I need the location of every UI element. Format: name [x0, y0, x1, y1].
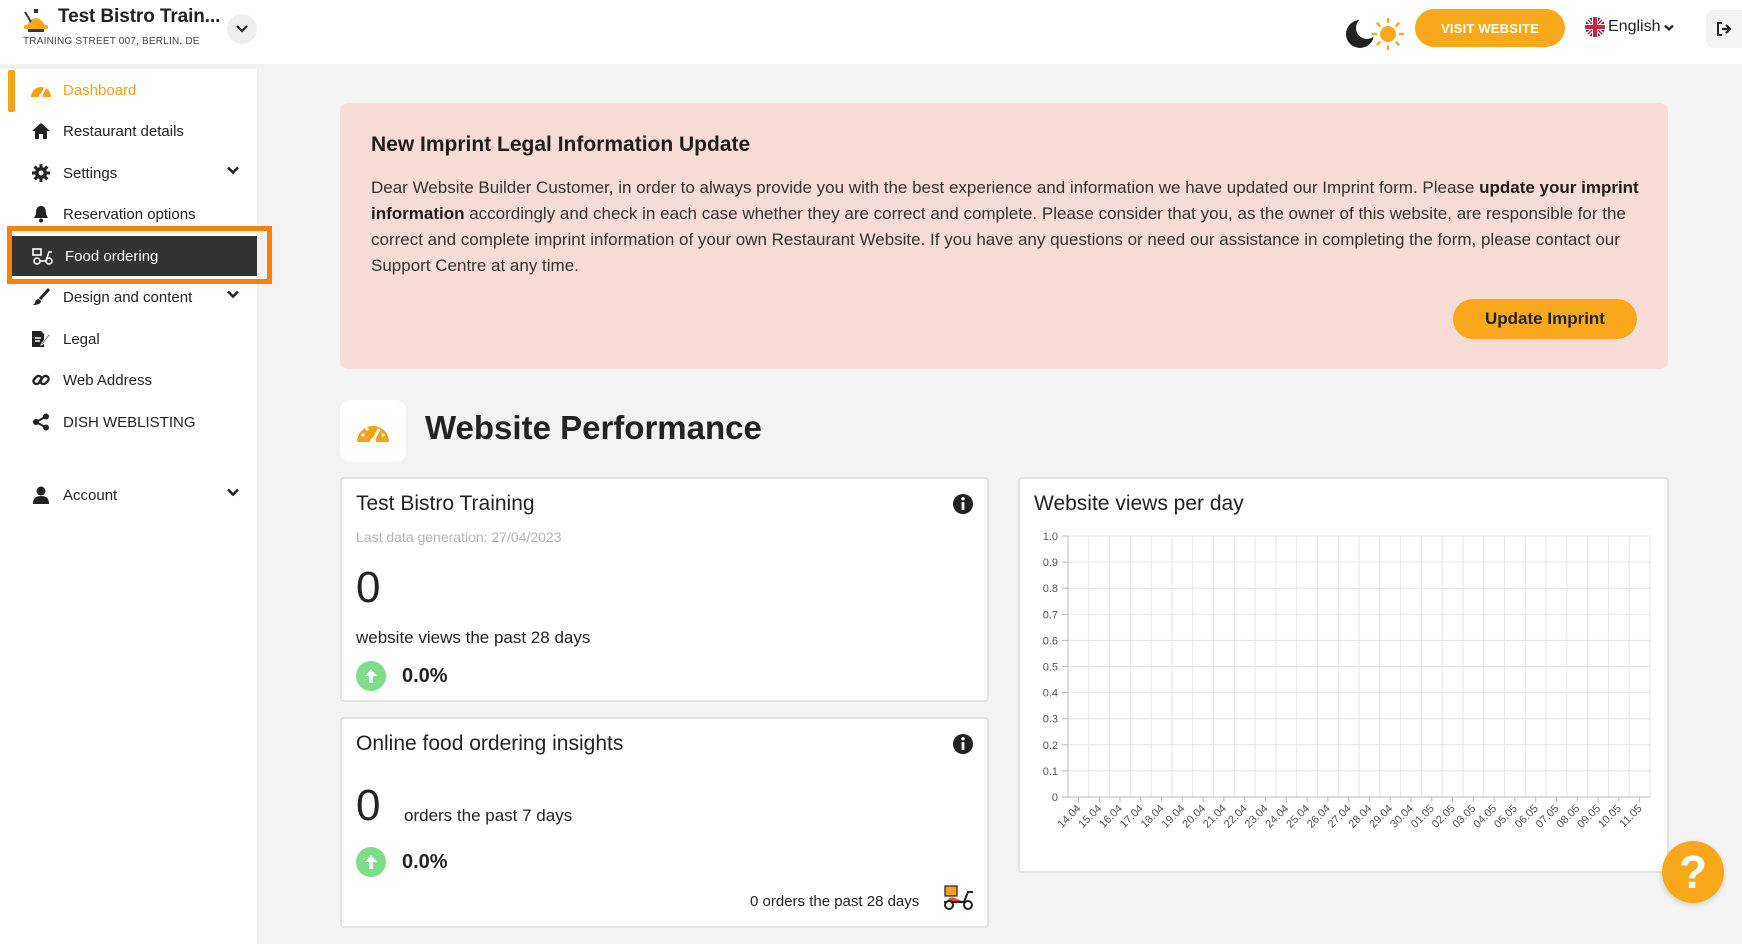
restaurant-name: Test Bistro Train...: [58, 6, 221, 27]
views-line-chart: 00.10.20.30.40.50.60.70.80.91.014.0415.0…: [1043, 531, 1651, 829]
sidebar-item-web-address[interactable]: Web Address: [10, 360, 257, 400]
top-bar: Test Bistro Train... TRAINING STREET 007…: [0, 0, 1742, 64]
speedometer-icon: [357, 426, 389, 444]
last-data-generation: Last data generation: 27/04/2023: [356, 529, 562, 545]
logout-icon: [1717, 22, 1732, 36]
y-tick-label: 0.8: [1043, 583, 1058, 595]
views-count: 0: [356, 563, 381, 612]
sidebar-item-label: DISH WEBLISTING: [63, 413, 196, 431]
arrow-up-icon: [356, 847, 386, 877]
sidebar-item-legal[interactable]: Legal: [10, 319, 257, 359]
notice-title: New Imprint Legal Information Update: [371, 133, 751, 156]
restaurant-dropdown-button[interactable]: [227, 14, 257, 44]
orders-count: 0: [356, 781, 381, 830]
user-icon: [30, 485, 52, 505]
restaurant-switcher[interactable]: Test Bistro Train...: [22, 6, 220, 34]
orders-description: orders the past 7 days: [404, 806, 573, 825]
sidebar-item-label: Reservation options: [63, 205, 196, 223]
notice-text: Dear Website Builder Customer, in order …: [371, 175, 1641, 279]
restaurant-address: TRAINING STREET 007, BERLIN, DE: [23, 36, 200, 47]
gear-icon: [30, 163, 52, 183]
arrow-up-icon: [356, 661, 386, 691]
theme-toggle[interactable]: [1343, 14, 1405, 50]
info-icon[interactable]: [952, 733, 974, 755]
food-ordering-insights-card: Online food ordering insights 0 orders t…: [340, 717, 989, 928]
performance-icon-box: [340, 400, 406, 462]
delivery-scooter-icon: [944, 885, 973, 910]
uk-flag-icon: [1585, 17, 1605, 37]
x-tick-label: 11.05: [1617, 803, 1644, 829]
y-tick-label: 0: [1052, 792, 1058, 804]
imprint-notice: New Imprint Legal Information Update Dea…: [340, 103, 1668, 369]
orders-28-days: 0 orders the past 28 days: [750, 893, 920, 910]
chevron-down-icon: [227, 488, 239, 497]
notice-text-rest: accordingly and check in each case wheth…: [371, 204, 1626, 275]
views-trend: 0.0%: [356, 661, 448, 691]
sun-icon: [1371, 17, 1405, 50]
orders-trend: 0.0%: [356, 847, 448, 877]
sidebar-item-label: Web Address: [63, 371, 152, 389]
sidebar-item-label: Dashboard: [63, 81, 137, 99]
y-tick-label: 0.4: [1043, 688, 1058, 700]
document-edit-icon: [30, 329, 52, 349]
card-title: Test Bistro Training: [356, 492, 535, 515]
help-button[interactable]: ?: [1662, 841, 1724, 903]
chevron-down-icon: [227, 166, 239, 175]
chevron-down-icon: [236, 25, 248, 33]
speedometer-icon: [30, 80, 52, 100]
orders-change: 0.0%: [402, 850, 448, 873]
sidebar-item-dashboard[interactable]: Dashboard: [8, 70, 257, 112]
views-description: website views the past 28 days: [356, 628, 591, 647]
sidebar-item-label: Settings: [63, 164, 118, 182]
sidebar-item-settings[interactable]: Settings: [10, 153, 257, 193]
share-icon: [30, 412, 52, 432]
sidebar-item-dish-weblisting[interactable]: DISH WEBLISTING: [10, 402, 257, 442]
language-label: English: [1608, 18, 1661, 35]
chevron-down-icon: [1664, 24, 1675, 31]
y-tick-label: 0.2: [1043, 740, 1058, 752]
language-selector[interactable]: English: [1585, 17, 1675, 37]
link-icon: [30, 370, 52, 390]
brush-icon: [30, 287, 52, 307]
sidebar-item-label: Legal: [63, 330, 100, 348]
y-tick-label: 1.0: [1043, 531, 1058, 543]
bell-icon: [30, 204, 52, 224]
logout-button[interactable]: [1706, 10, 1742, 48]
sidebar-item-label: Design and content: [63, 288, 193, 306]
y-tick-label: 0.9: [1043, 557, 1058, 569]
update-imprint-button[interactable]: Update Imprint: [1453, 299, 1637, 339]
views-change: 0.0%: [402, 664, 448, 687]
sidebar-item-restaurant-details[interactable]: Restaurant details: [10, 111, 257, 151]
notice-text-intro: Dear Website Builder Customer, in order …: [371, 178, 1480, 197]
question-mark-icon: ?: [1678, 846, 1708, 898]
sidebar-item-label: Account: [63, 486, 118, 504]
highlight-outline: [7, 226, 272, 284]
chart-title: Website views per day: [1034, 492, 1244, 515]
y-tick-label: 0.7: [1043, 609, 1058, 621]
website-views-chart-card: Website views per day 0 0.1 0.2 0.3 0.4 0.5 0.…: [1018, 477, 1669, 873]
card-title: Online food ordering insights: [356, 732, 624, 755]
sidebar: Dashboard Restaurant details Settings Re…: [0, 69, 257, 944]
sidebar-item-account[interactable]: Account: [10, 475, 257, 515]
performance-title: Website Performance: [425, 409, 762, 446]
sidebar-item-label: Restaurant details: [63, 122, 184, 140]
visit-website-button[interactable]: VISIT WEBSITE: [1415, 9, 1565, 47]
y-tick-label: 0.6: [1043, 635, 1058, 647]
y-tick-label: 0.5: [1043, 662, 1058, 674]
home-icon: [30, 121, 52, 141]
info-icon[interactable]: [952, 493, 974, 515]
website-views-card: Test Bistro Training Last data generatio…: [340, 477, 989, 702]
chevron-down-icon: [227, 290, 239, 299]
moon-icon: [1346, 17, 1378, 48]
restaurant-logo-icon: [24, 9, 48, 32]
y-tick-label: 0.1: [1043, 766, 1058, 778]
y-tick-label: 0.3: [1043, 714, 1058, 726]
